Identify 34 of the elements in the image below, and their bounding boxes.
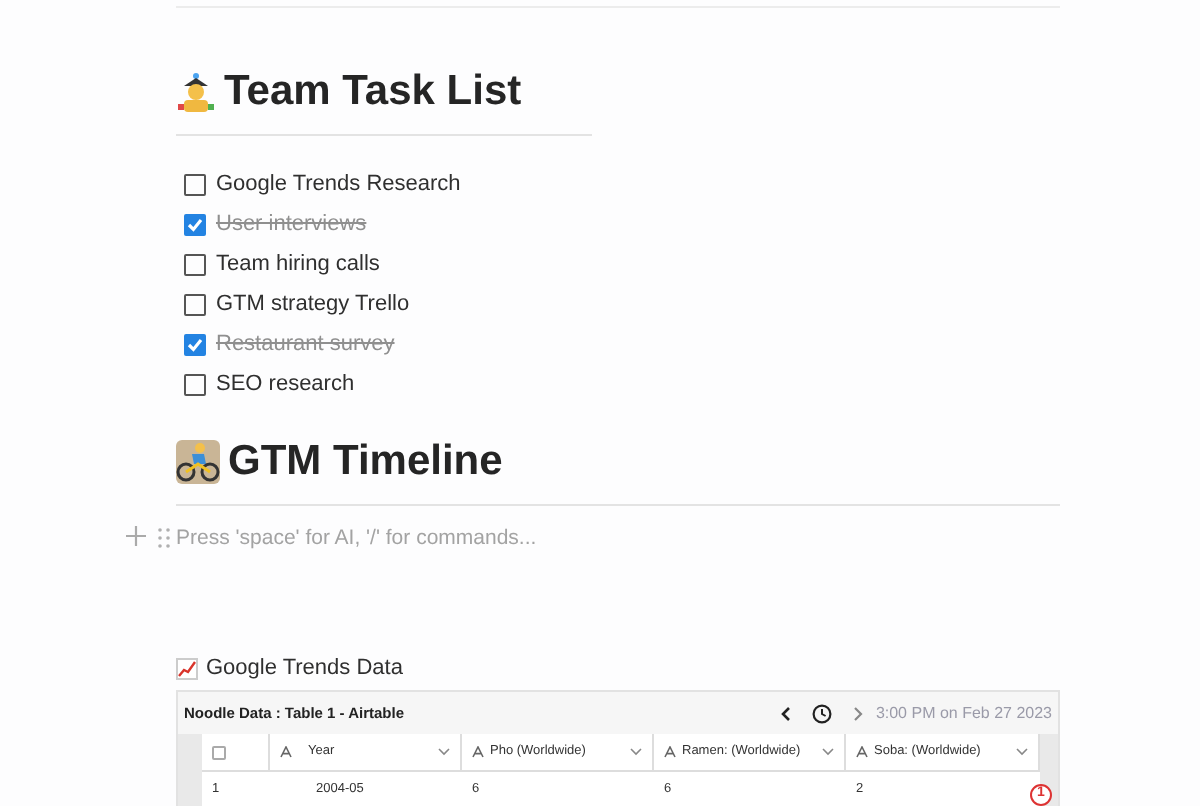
back-icon[interactable] xyxy=(779,705,792,721)
checkbox[interactable] xyxy=(184,373,206,395)
chevron-down-icon[interactable] xyxy=(822,748,834,756)
checkbox[interactable] xyxy=(184,173,206,195)
chevron-down-icon[interactable] xyxy=(1016,748,1028,756)
task-label: User interviews xyxy=(216,209,367,240)
text-block-input[interactable]: Press 'space' for AI, '/' for commands... xyxy=(176,524,776,556)
checkbox[interactable] xyxy=(184,293,206,315)
add-block-icon[interactable] xyxy=(126,526,146,546)
text-type-icon xyxy=(664,746,676,758)
chart-icon xyxy=(176,657,198,679)
checkbox[interactable] xyxy=(184,253,206,275)
checkbox[interactable] xyxy=(184,213,206,235)
task-label: GTM strategy Trello xyxy=(216,289,410,320)
drag-handle-icon[interactable] xyxy=(158,528,170,548)
task-label: Restaurant survey xyxy=(216,329,395,360)
embed-timestamp: 3:00 PM on Feb 27 2023 xyxy=(875,701,1052,725)
task-label: Google Trends Research xyxy=(216,169,461,200)
text-type-icon xyxy=(280,746,292,758)
clock-icon[interactable] xyxy=(811,703,832,723)
figure-icon xyxy=(176,70,216,114)
cyclist-icon xyxy=(176,440,220,484)
chevron-down-icon[interactable] xyxy=(630,748,642,756)
select-all-checkbox[interactable] xyxy=(212,745,226,759)
section-heading: GTM Timeline xyxy=(228,436,503,488)
task-label: SEO research xyxy=(216,369,355,400)
text-type-icon xyxy=(856,746,868,758)
chevron-down-icon[interactable] xyxy=(438,748,450,756)
checkbox[interactable] xyxy=(184,333,206,355)
forward-icon[interactable] xyxy=(851,705,864,721)
text-type-icon xyxy=(472,746,484,758)
section-heading: Team Task List xyxy=(224,66,522,118)
task-label: Team hiring calls xyxy=(216,249,380,280)
embed-caption: Google Trends Data xyxy=(206,653,403,684)
